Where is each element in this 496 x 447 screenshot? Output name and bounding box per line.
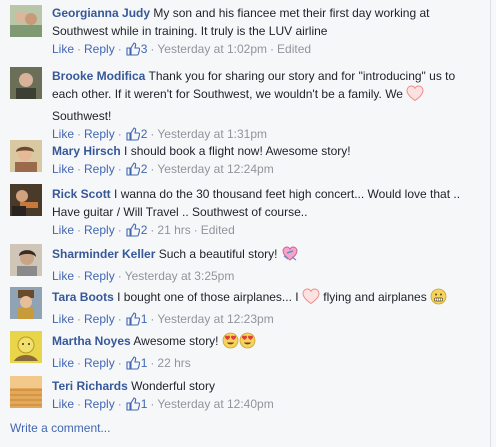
comment-author[interactable]: Mary Hirsch	[52, 144, 121, 158]
reply-link[interactable]: Reply	[84, 397, 115, 411]
like-link[interactable]: Like	[52, 269, 74, 283]
like-link[interactable]: Like	[52, 42, 74, 56]
like-link[interactable]: Like	[52, 312, 74, 326]
comment-text: I bought one of those airplanes... I	[117, 290, 299, 304]
write-comment-link[interactable]: Write a comment...	[10, 421, 110, 435]
avatar[interactable]	[10, 376, 42, 408]
thumbs-up-icon[interactable]	[126, 223, 140, 242]
comment-actions: Like · Reply · 1 · Yesterday at 12:40pm	[52, 395, 482, 416]
comment-author[interactable]: Martha Noyes	[52, 334, 131, 348]
avatar[interactable]	[10, 140, 42, 172]
like-link[interactable]: Like	[52, 223, 74, 237]
comment-author[interactable]: Teri Richards	[52, 379, 128, 393]
comment-timestamp[interactable]: 22 hrs	[157, 356, 190, 370]
comment-author[interactable]: Rick Scott	[52, 187, 111, 201]
avatar[interactable]	[10, 67, 42, 99]
reply-link[interactable]: Reply	[84, 127, 115, 141]
comment-actions: Like · Reply · 2 · Yesterday at 12:24pm	[52, 160, 482, 181]
reply-link[interactable]: Reply	[84, 42, 115, 56]
edited-label[interactable]: Edited	[277, 42, 311, 56]
comment-timestamp[interactable]: Yesterday at 3:25pm	[125, 269, 235, 283]
heart-ribbon-icon	[281, 245, 299, 267]
comment-author[interactable]: Tara Boots	[52, 290, 114, 304]
thumbs-up-icon[interactable]	[126, 397, 140, 416]
comment-text: Wonderful story	[131, 379, 215, 393]
comment-author[interactable]: Brooke Modifica	[52, 69, 145, 83]
thumbs-up-icon[interactable]	[126, 312, 140, 331]
like-link[interactable]: Like	[52, 162, 74, 176]
thumbs-up-icon[interactable]	[126, 42, 140, 61]
avatar[interactable]	[10, 244, 42, 276]
heart-icon	[302, 288, 320, 310]
like-link[interactable]: Like	[52, 127, 74, 141]
heart-eyes-emoji-icon	[222, 332, 256, 354]
comment-actions: Like · Reply · 1 · 22 hrs	[52, 354, 482, 375]
comment-text: I should book a flight now! Awesome stor…	[124, 144, 351, 158]
comment-text: Such a beautiful story!	[158, 247, 278, 261]
comment-timestamp[interactable]: 21 hrs	[157, 223, 190, 237]
like-link[interactable]: Like	[52, 356, 74, 370]
reply-link[interactable]: Reply	[84, 269, 115, 283]
comment-timestamp[interactable]: Yesterday at 1:31pm	[157, 127, 267, 141]
comment-actions: Like · Reply · 3 · Yesterday at 1:02pm · Edited	[52, 40, 482, 61]
comment-text: Awesome story!	[133, 334, 219, 348]
comment-actions: Like · Reply · Yesterday at 3:25pm	[52, 269, 235, 283]
reply-link[interactable]: Reply	[84, 162, 115, 176]
comment-thread: Georgianna Judy My son and his fiancee m…	[0, 0, 491, 447]
thumbs-up-icon[interactable]	[126, 162, 140, 181]
comment-actions: Like · Reply · 1 · Yesterday at 12:23pm	[52, 310, 482, 331]
comment-timestamp[interactable]: Yesterday at 12:40pm	[157, 397, 273, 411]
avatar[interactable]	[10, 5, 42, 37]
comment-actions: Like · Reply · 2 · 21 hrs · Edited	[52, 221, 482, 242]
comment-timestamp[interactable]: Yesterday at 12:23pm	[157, 312, 273, 326]
edited-label[interactable]: Edited	[201, 223, 235, 237]
comment-text-continued: flying and airplanes	[323, 290, 427, 304]
grimace-emoji-icon	[430, 288, 447, 310]
like-link[interactable]: Like	[52, 397, 74, 411]
heart-icon	[406, 85, 424, 107]
comment-timestamp[interactable]: Yesterday at 12:24pm	[157, 162, 273, 176]
avatar[interactable]	[10, 331, 42, 363]
reply-link[interactable]: Reply	[84, 223, 115, 237]
comment-timestamp[interactable]: Yesterday at 1:02pm	[157, 42, 267, 56]
comment-text-continued: Southwest!	[52, 109, 112, 123]
avatar[interactable]	[10, 287, 42, 319]
comment-author[interactable]: Sharminder Keller	[52, 247, 155, 261]
reply-link[interactable]: Reply	[84, 356, 115, 370]
reply-link[interactable]: Reply	[84, 312, 115, 326]
avatar[interactable]	[10, 184, 42, 216]
comment-author[interactable]: Georgianna Judy	[52, 6, 150, 20]
thumbs-up-icon[interactable]	[126, 356, 140, 375]
comment-text: I wanna do the 30 thousand feet high con…	[52, 187, 461, 219]
